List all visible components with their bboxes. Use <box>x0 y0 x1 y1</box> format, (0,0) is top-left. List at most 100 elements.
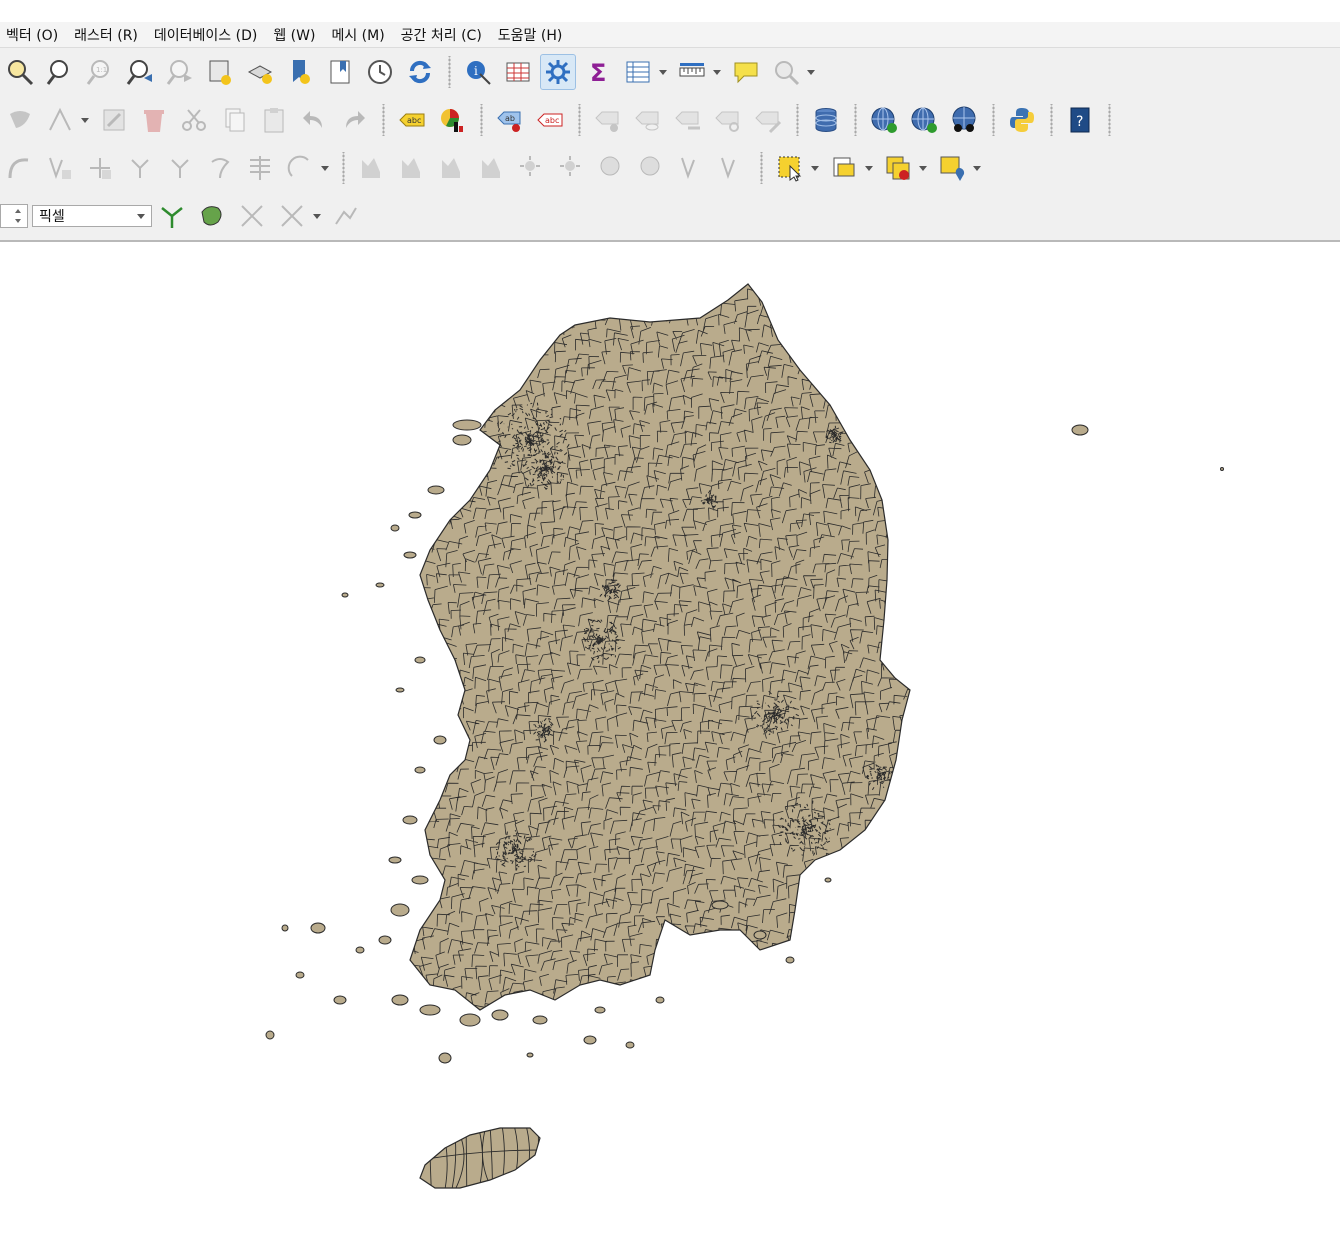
zoom-native-icon[interactable]: 1:1 <box>82 54 118 90</box>
select-by-value-dropdown-arrow[interactable] <box>864 150 874 186</box>
new-3d-view-icon[interactable] <box>242 54 278 90</box>
select-location-icon[interactable] <box>934 150 970 186</box>
merge-icon[interactable] <box>122 150 158 186</box>
label-properties-icon[interactable] <box>710 102 746 138</box>
label-edit-icon[interactable] <box>750 102 786 138</box>
zoom-in-icon[interactable] <box>2 54 38 90</box>
toolbar-separator <box>380 104 386 136</box>
paste-icon[interactable] <box>256 102 292 138</box>
island-polygon <box>411 875 429 885</box>
zoom-last-icon[interactable] <box>122 54 158 90</box>
vertex-add-icon[interactable] <box>674 150 710 186</box>
snap-trace-icon[interactable] <box>328 198 364 234</box>
zoom-out-icon[interactable] <box>42 54 78 90</box>
select-location-dropdown-arrow[interactable] <box>972 150 982 186</box>
reshape-icon[interactable] <box>2 150 38 186</box>
refresh-icon[interactable] <box>402 54 438 90</box>
new-map-view-icon[interactable] <box>202 54 238 90</box>
cut-icon[interactable] <box>176 102 212 138</box>
processing-toolbox-icon[interactable] <box>540 54 576 90</box>
island-polygon <box>625 1041 635 1049</box>
island-polygon <box>491 1009 509 1021</box>
node-tool-dropdown-arrow[interactable] <box>80 102 90 138</box>
move-feature-icon[interactable] <box>2 102 38 138</box>
label-tool-icon[interactable]: abc <box>394 102 430 138</box>
circle-add-icon[interactable] <box>594 150 630 186</box>
split-icon[interactable] <box>82 150 118 186</box>
offset-icon[interactable] <box>162 150 198 186</box>
redo-icon[interactable] <box>336 102 372 138</box>
locator-icon[interactable] <box>768 54 804 90</box>
temporal-controller-icon[interactable] <box>362 54 398 90</box>
chevron-down-icon <box>137 213 145 219</box>
vertex-icon[interactable] <box>42 150 78 186</box>
georeferencer-icon[interactable] <box>946 102 982 138</box>
profile-edit-icon[interactable] <box>394 150 430 186</box>
zoom-next-icon[interactable] <box>162 54 198 90</box>
map-tips-icon[interactable] <box>728 54 764 90</box>
profile-remove-icon[interactable] <box>474 150 510 186</box>
undo-icon[interactable] <box>296 102 332 138</box>
rotate-icon[interactable] <box>202 150 238 186</box>
locator-dropdown-arrow[interactable] <box>806 54 816 90</box>
point-edit-icon[interactable] <box>554 150 590 186</box>
wms-icon[interactable] <box>866 102 902 138</box>
menu-item-3[interactable]: 웹 (W) <box>265 25 323 45</box>
wfs-icon[interactable] <box>906 102 942 138</box>
island-polygon <box>414 766 426 774</box>
database-icon[interactable] <box>808 102 844 138</box>
move-label-icon[interactable] <box>590 102 626 138</box>
snap-segment-icon[interactable] <box>274 198 310 234</box>
vertex-remove-icon[interactable] <box>714 150 750 186</box>
rotate-dropdown-arrow[interactable] <box>320 150 330 186</box>
identify-icon[interactable]: i <box>460 54 496 90</box>
profile-add-icon[interactable] <box>434 150 470 186</box>
rotate-point-icon[interactable] <box>282 150 318 186</box>
snap-layer-icon[interactable] <box>194 198 230 234</box>
svg-text:i: i <box>474 64 478 78</box>
island-polygon <box>452 419 482 431</box>
menu-item-5[interactable]: 공간 처리 (C) <box>393 25 490 45</box>
profile-icon[interactable] <box>354 150 390 186</box>
menu-item-2[interactable]: 데이터베이스 (D) <box>146 25 265 45</box>
help-icon[interactable]: ? <box>1062 102 1098 138</box>
tolerance-spinner[interactable] <box>0 204 28 228</box>
attribute-table-icon[interactable] <box>500 54 536 90</box>
menu-item-6[interactable]: 도움말 (H) <box>490 25 571 45</box>
toolbar-separator <box>446 56 452 88</box>
table-dropdown-arrow[interactable] <box>658 54 668 90</box>
diagram-icon[interactable] <box>434 102 470 138</box>
measure-dropdown-arrow[interactable] <box>712 54 722 90</box>
menu-item-0[interactable]: 벡터 (O) <box>0 25 66 45</box>
open-table-icon[interactable] <box>620 54 656 90</box>
statistics-icon[interactable]: Σ <box>580 54 616 90</box>
snap-dropdown-arrow[interactable] <box>312 198 322 234</box>
show-bookmarks-icon[interactable] <box>322 54 358 90</box>
deselect-dropdown-arrow[interactable] <box>918 150 928 186</box>
select-feature-dropdown-arrow[interactable] <box>810 150 820 186</box>
map-canvas[interactable] <box>0 243 1340 1240</box>
copy-icon[interactable] <box>216 102 252 138</box>
select-by-value-icon[interactable] <box>826 150 862 186</box>
change-label-icon[interactable] <box>670 102 706 138</box>
new-bookmark-icon[interactable] <box>282 54 318 90</box>
delete-icon[interactable] <box>136 102 172 138</box>
select-feature-icon[interactable] <box>772 150 808 186</box>
rotate-label-icon[interactable] <box>630 102 666 138</box>
node-tool-icon[interactable] <box>42 102 78 138</box>
units-select[interactable]: 픽셀 <box>32 205 152 227</box>
show-hide-label-icon[interactable]: abc <box>532 102 568 138</box>
circle-edit-icon[interactable] <box>634 150 670 186</box>
point-add-icon[interactable] <box>514 150 550 186</box>
menu-item-4[interactable]: 메시 (M) <box>323 25 392 45</box>
edit-attributes-icon[interactable] <box>96 102 132 138</box>
python-icon[interactable] <box>1004 102 1040 138</box>
snap-intersection-icon[interactable] <box>154 198 190 234</box>
menu-item-1[interactable]: 래스터 (R) <box>66 25 146 45</box>
pin-label-icon[interactable]: ab <box>492 102 528 138</box>
snap-cross-icon[interactable] <box>234 198 270 234</box>
deselect-icon[interactable] <box>880 150 916 186</box>
measure-icon[interactable] <box>674 54 710 90</box>
island-polygon <box>711 900 729 910</box>
simplify-icon[interactable] <box>242 150 278 186</box>
